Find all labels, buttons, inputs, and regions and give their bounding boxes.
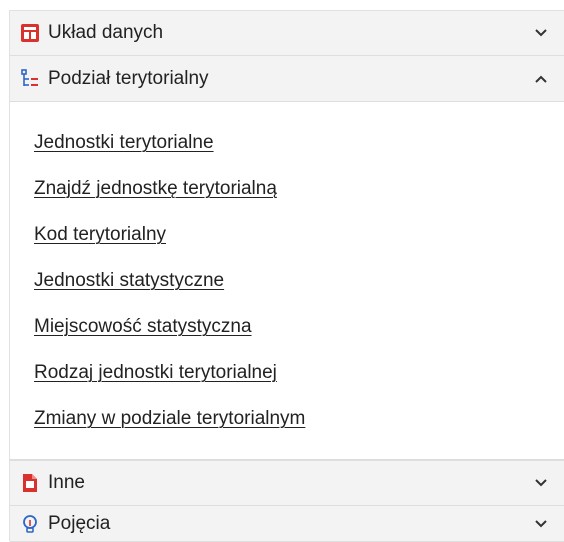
link-znajdz-jednostke[interactable]: Znajdź jednostkę terytorialną [34,178,277,199]
chevron-down-icon[interactable] [532,24,550,42]
list-item: Rodzaj jednostki terytorialnej [34,362,277,384]
list-item: Znajdź jednostkę terytorialną [34,178,277,200]
link-kod-terytorialny[interactable]: Kod terytorialny [34,224,166,245]
link-rodzaj-jednostki[interactable]: Rodzaj jednostki terytorialnej [34,362,277,383]
territorial-links-list: Jednostki terytorialne Znajdź jednostkę … [10,102,564,460]
list-item: Zmiany w podziale terytorialnym [34,408,305,430]
section-header-podzial-terytorialny[interactable]: Podział terytorialny [10,56,564,102]
chevron-down-icon[interactable] [532,474,550,492]
link-zmiany-w-podziale[interactable]: Zmiany w podziale terytorialnym [34,408,305,429]
list-item: Jednostki statystyczne [34,270,224,292]
section-header-uklad-danych[interactable]: Układ danych [10,11,564,56]
section-label: Inne [48,472,85,493]
list-item: Jednostki terytorialne [34,132,214,154]
lightbulb-icon [20,514,40,534]
section-header-inne[interactable]: Inne [10,460,564,506]
link-miejscowosc-statystyczna[interactable]: Miejscowość statystyczna [34,316,252,337]
table-layout-icon [20,23,40,43]
chevron-down-icon[interactable] [532,515,550,533]
list-item: Kod terytorialny [34,224,166,246]
section-label: Podział terytorialny [48,67,209,89]
section-label: Pojęcia [48,512,111,534]
document-icon [20,473,40,493]
list-item: Miejscowość statystyczna [34,316,252,338]
link-jednostki-statystyczne[interactable]: Jednostki statystyczne [34,270,224,291]
link-list: Jednostki terytorialne Znajdź jednostkę … [10,102,564,460]
section-header-pojecia[interactable]: Pojęcia [10,506,564,542]
hierarchy-list-icon [20,68,40,89]
link-jednostki-terytorialne[interactable]: Jednostki terytorialne [34,132,214,153]
section-label: Układ danych [48,22,164,43]
chevron-up-icon[interactable] [532,70,550,88]
accordion-panel: Układ danych Podział terytorialny Jednos… [9,10,564,542]
